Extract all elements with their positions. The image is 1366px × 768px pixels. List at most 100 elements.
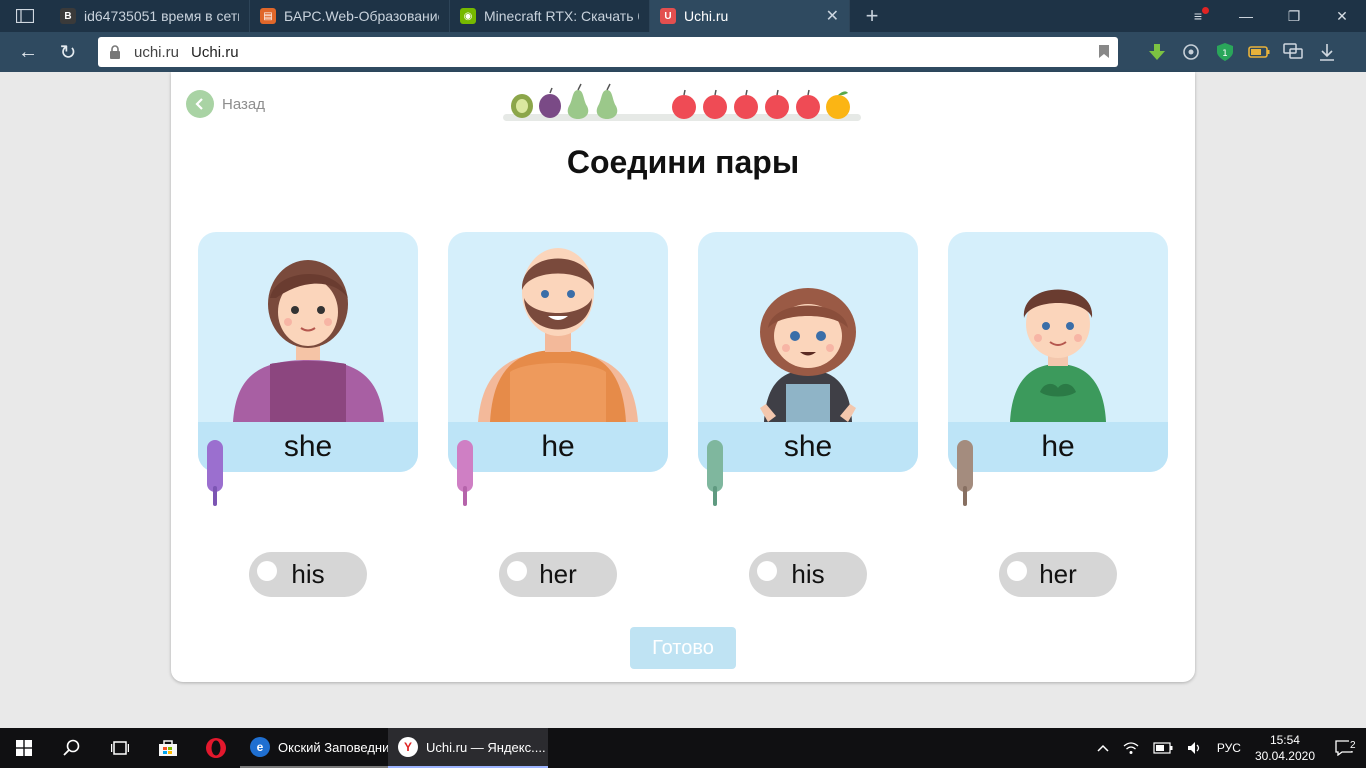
tab-minecraft[interactable]: ◉ Minecraft RTX: Скачать бет (450, 0, 650, 32)
battery-icon[interactable] (1242, 32, 1276, 72)
network-icon[interactable] (1116, 728, 1146, 768)
girl-illustration (760, 288, 856, 422)
opera-icon[interactable] (192, 728, 240, 768)
answer-option[interactable]: his (749, 552, 867, 597)
plum-icon (539, 87, 561, 118)
downloads-icon[interactable] (1310, 32, 1344, 72)
download-arrow-icon[interactable] (1140, 32, 1174, 72)
taskbar-app-edge[interactable]: e Окский Заповедни... (240, 728, 400, 768)
answer-option[interactable]: his (249, 552, 367, 597)
close-window-icon[interactable]: ✕ (1318, 0, 1366, 32)
bookmark-icon[interactable] (1098, 44, 1110, 59)
nvidia-favicon-icon: ◉ (460, 8, 476, 24)
pronoun-card[interactable]: she (698, 232, 918, 472)
clock-date: 30.04.2020 (1254, 749, 1315, 763)
pronoun-card[interactable]: he (448, 232, 668, 472)
tab-title: Minecraft RTX: Скачать бет (484, 8, 639, 24)
battery-status-icon[interactable] (1146, 728, 1180, 768)
browser-toolbar: ← ↻ uchi.ru Uchi.ru 1 (0, 32, 1366, 72)
bars-favicon-icon: ▤ (260, 8, 276, 24)
pear-icon (567, 83, 589, 119)
apple-icon (703, 89, 727, 119)
close-tab-icon[interactable]: ✕ (826, 6, 839, 26)
answer-label: her (539, 559, 577, 589)
search-icon[interactable] (48, 728, 96, 768)
clock-time: 15:54 (1269, 733, 1300, 747)
uchi-favicon-icon: U (660, 8, 676, 24)
new-tab-button[interactable]: + (850, 0, 894, 32)
boy-illustration (1010, 289, 1106, 422)
tab-vk[interactable]: В id64735051 время в сети В (50, 0, 250, 32)
answer-label: his (791, 559, 825, 589)
page-title: Соедини пары (566, 144, 800, 180)
store-icon[interactable] (144, 728, 192, 768)
man-illustration (478, 248, 638, 422)
minimize-icon[interactable]: — (1222, 0, 1270, 32)
tab-uchi[interactable]: U Uchi.ru ✕ (650, 0, 850, 32)
restore-icon[interactable]: ❐ (1270, 0, 1318, 32)
windows-taskbar: e Окский Заповедни... Y Uchi.ru — Яндекс… (0, 728, 1366, 768)
answer-label: his (291, 559, 325, 589)
sidebar-toggle-icon[interactable] (0, 0, 50, 32)
edge-icon: e (250, 737, 270, 757)
protect-icon[interactable] (1174, 32, 1208, 72)
taskbar-app-yandex[interactable]: Y Uchi.ru — Яндекс.... (388, 728, 548, 768)
pronoun-word: she (198, 422, 418, 472)
apple-icon (796, 89, 820, 119)
system-tray: РУС 15:54 30.04.2020 2 (1090, 728, 1366, 768)
pronoun-word: he (448, 422, 668, 472)
windows-start-icon[interactable] (0, 728, 48, 768)
back-label: Назад (222, 95, 265, 113)
pronoun-card[interactable]: he (948, 232, 1168, 472)
chevron-left-icon (186, 90, 214, 118)
taskbar-app-title: Uchi.ru — Яндекс.... (426, 739, 546, 755)
apple-icon (672, 89, 696, 119)
tab-title: id64735051 время в сети В (84, 8, 239, 24)
pronoun-card[interactable]: she (198, 232, 418, 472)
url-page-title: Uchi.ru (191, 43, 239, 61)
connector-pin[interactable] (207, 440, 223, 506)
connector-pin[interactable] (707, 440, 723, 506)
tab-title: Uchi.ru (684, 8, 729, 24)
browser-tabbar: В id64735051 время в сети В ▤ БАРС.Web-О… (0, 0, 1366, 32)
answer-option[interactable]: her (499, 552, 617, 597)
answer-label: her (1039, 559, 1077, 589)
done-button[interactable]: Готово (630, 627, 736, 669)
window-controls: ≡ — ❐ ✕ (1174, 0, 1366, 32)
kiwi-icon (511, 94, 533, 118)
connector-pin[interactable] (957, 440, 973, 506)
connector-pin[interactable] (457, 440, 473, 506)
pronoun-word: he (948, 422, 1168, 472)
apple-icon (734, 89, 758, 119)
pear-icon (596, 83, 618, 119)
task-view-icon[interactable] (96, 728, 144, 768)
notifications-count: 2 (1349, 740, 1357, 751)
adblock-shield-icon[interactable]: 1 (1208, 32, 1242, 72)
back-arrow-icon[interactable]: ← (8, 32, 48, 72)
notifications-icon[interactable]: 2 (1322, 728, 1366, 768)
back-link[interactable]: Назад (186, 90, 265, 118)
apple-icon (765, 89, 789, 119)
extensions: 1 (1140, 32, 1344, 72)
exercise-panel: Назад Соедини пары she he she he his her… (171, 72, 1195, 682)
volume-icon[interactable] (1180, 728, 1210, 768)
lock-icon (110, 45, 120, 59)
tab-title: БАРС.Web-Образование - (284, 8, 439, 24)
pronoun-word: she (698, 422, 918, 472)
taskbar-app-title: Окский Заповедни... (278, 739, 401, 755)
language-indicator[interactable]: РУС (1210, 728, 1248, 768)
chevron-up-icon[interactable] (1090, 728, 1116, 768)
yandex-icon: Y (398, 737, 418, 757)
chat-icon[interactable] (1276, 32, 1310, 72)
clock[interactable]: 15:54 30.04.2020 (1248, 728, 1322, 768)
vk-favicon-icon: В (60, 8, 76, 24)
answer-option[interactable]: her (999, 552, 1117, 597)
woman-illustration (233, 260, 384, 422)
svg-text:1: 1 (1222, 49, 1228, 59)
orange-icon (826, 91, 850, 119)
url-host: uchi.ru (134, 43, 180, 61)
address-bar[interactable]: uchi.ru Uchi.ru (98, 37, 1118, 67)
reload-icon[interactable]: ↻ (48, 32, 88, 72)
menu-icon[interactable]: ≡ (1174, 0, 1222, 32)
tab-bars[interactable]: ▤ БАРС.Web-Образование - (250, 0, 450, 32)
